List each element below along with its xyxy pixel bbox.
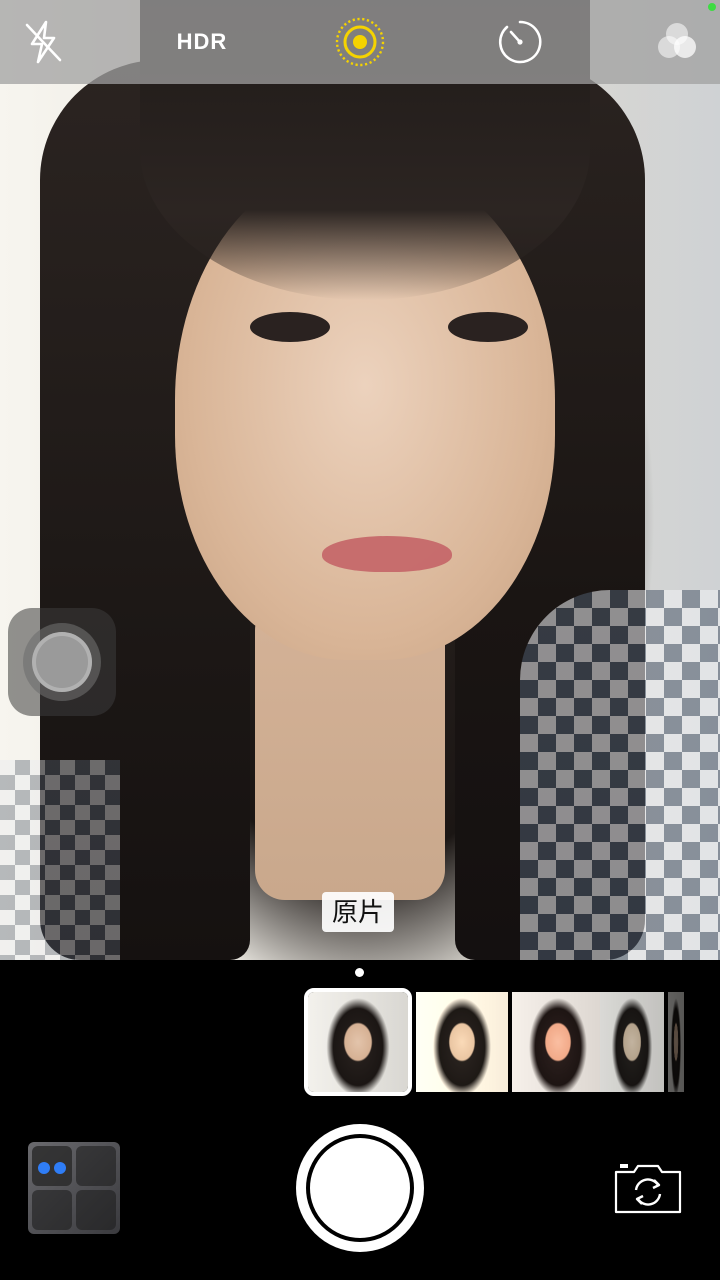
filter-preview-image [416, 992, 508, 1092]
thumbnail-image [32, 1146, 116, 1230]
camera-top-bar: HDR [0, 0, 720, 84]
status-indicator-dot [708, 3, 716, 11]
assistive-touch-ring [23, 623, 101, 701]
filter-preview-image [668, 992, 684, 1092]
live-photo-icon [335, 17, 385, 67]
filters-button[interactable] [652, 0, 702, 84]
filter-preview-image [308, 992, 408, 1092]
preview-lips [322, 536, 452, 572]
assistive-touch-button[interactable] [8, 608, 116, 716]
filter-thumbnail-selected[interactable] [304, 988, 412, 1096]
filter-thumbnail[interactable] [512, 992, 604, 1092]
timer-button[interactable] [494, 0, 546, 84]
hdr-button[interactable]: HDR [164, 0, 240, 84]
shutter-inner-ring [306, 1134, 414, 1242]
preview-eye [250, 312, 330, 342]
live-photo-button[interactable] [333, 0, 387, 84]
filter-thumbnail[interactable] [416, 992, 508, 1092]
filters-icon [658, 23, 696, 58]
filter-thumbnail[interactable] [668, 992, 684, 1092]
camera-viewfinder[interactable] [0, 0, 720, 960]
last-photo-thumbnail[interactable] [28, 1142, 120, 1234]
shutter-button[interactable] [296, 1124, 424, 1252]
preview-shirt [520, 590, 720, 960]
assistive-touch-center [32, 632, 92, 692]
flash-button[interactable] [18, 0, 68, 84]
camera-switch-icon [614, 1164, 682, 1214]
filter-name-label: 原片 [322, 892, 395, 932]
flash-off-icon [25, 20, 62, 64]
filter-preview-image [600, 992, 664, 1092]
preview-shirt [0, 760, 120, 960]
filter-thumbnail[interactable] [600, 992, 664, 1092]
thumbnail-detail [54, 1162, 66, 1174]
filter-preview-image [512, 992, 604, 1092]
timer-icon [498, 20, 542, 64]
preview-eye [448, 312, 528, 342]
thumbnail-detail [38, 1162, 50, 1174]
filter-page-indicator [355, 968, 364, 977]
filter-strip[interactable] [304, 988, 684, 1096]
switch-camera-button[interactable] [610, 1160, 686, 1218]
